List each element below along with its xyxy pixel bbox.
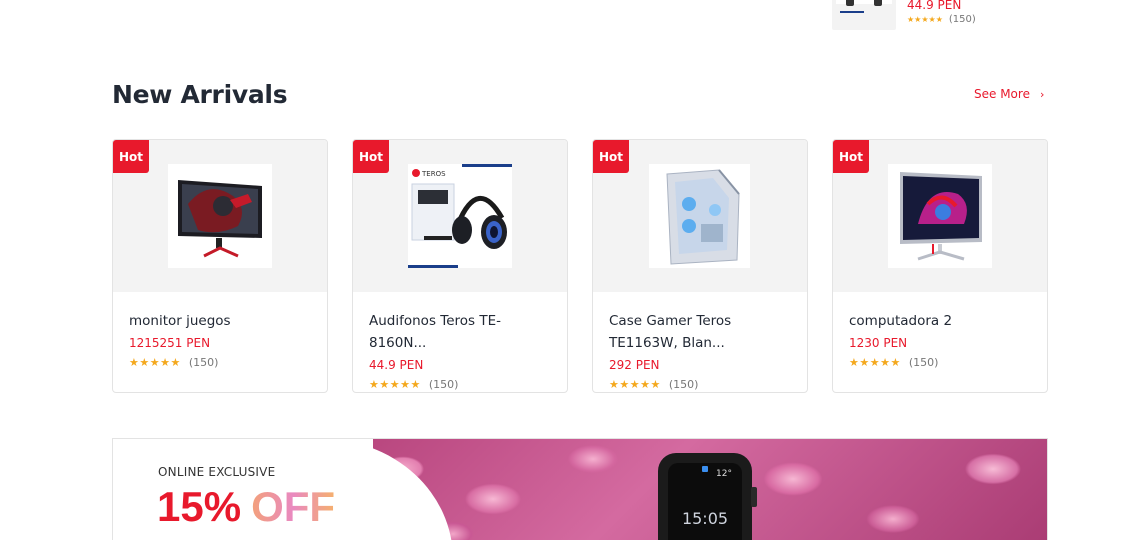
watch-time: 15:05 <box>681 509 729 528</box>
product-price: 44.9 PEN <box>369 358 424 372</box>
discount-percent: 15% <box>157 483 242 530</box>
hot-badge: Hot <box>833 140 869 173</box>
product-title[interactable]: Audifonos Teros TE-8160N... <box>369 310 549 354</box>
rating-stars: ★★★★★ <box>609 378 661 391</box>
product-rating: ★★★★★ (150) <box>849 356 938 369</box>
banner-kicker: ONLINE EXCLUSIVE <box>158 465 276 479</box>
product-title[interactable]: computadora 2 <box>849 310 1029 332</box>
see-more-link[interactable]: See More › <box>974 87 1044 101</box>
product-title[interactable]: Case Gamer Teros TE1163W, Blan... <box>609 310 789 354</box>
svg-text:TEROS: TEROS <box>421 170 446 178</box>
promo-banner[interactable]: 12° 15:05 ONLINE EXCLUSIVE 15% OFF <box>112 438 1048 540</box>
rating-count: (150) <box>948 14 976 25</box>
rating-stars: ★★★★★ <box>129 356 181 369</box>
headset-icon[interactable]: TEROS <box>408 164 512 268</box>
rating-count: (150) <box>188 356 219 369</box>
banner-discount: 15% OFF <box>157 483 335 531</box>
top-product-rating: ★★★★★ (150) <box>907 14 976 25</box>
product-rating: ★★★★★ (150) <box>129 356 218 369</box>
product-card[interactable]: Hot monitor juegos 1215251 PEN ★★★★★ (15… <box>112 139 328 393</box>
product-card[interactable]: Hot computadora 2 1230 PEN ★★★★★ (150) <box>832 139 1048 393</box>
product-rating: ★★★★★ (150) <box>369 378 458 391</box>
rating-stars: ★★★★★ <box>369 378 421 391</box>
rating-count: (150) <box>428 378 459 391</box>
watch-date: 12° <box>716 469 732 479</box>
discount-off-word: OFF <box>251 483 336 530</box>
product-price: 1230 PEN <box>849 336 908 350</box>
see-more-label: See More <box>974 87 1030 101</box>
hot-badge: Hot <box>353 140 389 173</box>
pc-case-icon[interactable] <box>649 164 750 268</box>
product-card[interactable]: TEROS Hot Audifonos Teros TE-8160N... 44… <box>352 139 568 393</box>
product-rating: ★★★★★ (150) <box>609 378 698 391</box>
rating-count: (150) <box>668 378 699 391</box>
watch-screen: 12° 15:05 <box>668 463 742 540</box>
top-product-price: 44.9 PEN <box>907 0 962 12</box>
watch-crown <box>751 487 757 507</box>
rating-stars: ★★★★★ <box>849 356 901 369</box>
rating-stars: ★★★★★ <box>907 15 943 24</box>
lock-icon <box>702 466 708 472</box>
section-title: New Arrivals <box>112 80 288 109</box>
top-product-item[interactable]: 44.9 PEN ★★★★★ (150) <box>832 0 1062 30</box>
monitor-icon[interactable] <box>888 164 992 268</box>
hot-badge: Hot <box>593 140 629 173</box>
hot-badge: Hot <box>113 140 149 173</box>
smartwatch-image: 12° 15:05 <box>658 453 757 540</box>
product-title[interactable]: monitor juegos <box>129 310 309 332</box>
product-price: 1215251 PEN <box>129 336 211 350</box>
headphones-icon <box>832 0 896 30</box>
product-price: 292 PEN <box>609 358 660 372</box>
product-card[interactable]: Hot Case Gamer Teros TE1163W, Blan... 29… <box>592 139 808 393</box>
gaming-monitor-icon[interactable] <box>168 164 272 268</box>
rating-count: (150) <box>908 356 939 369</box>
chevron-right-icon: › <box>1039 87 1045 101</box>
